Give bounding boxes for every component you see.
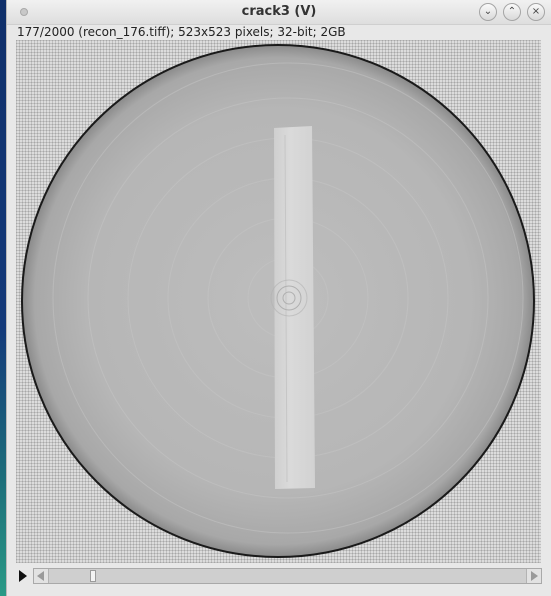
stack-slider-row bbox=[16, 567, 546, 587]
scroll-left-button[interactable] bbox=[34, 569, 49, 583]
play-icon[interactable] bbox=[19, 570, 27, 582]
close-button[interactable]: × bbox=[527, 3, 545, 21]
image-info-text: 177/2000 (recon_176.tiff); 523x523 pixel… bbox=[17, 25, 346, 39]
maximize-button[interactable]: ⌃ bbox=[503, 3, 521, 21]
sample-strip bbox=[274, 126, 315, 489]
reconstruction-slice-image bbox=[21, 44, 535, 558]
image-canvas[interactable] bbox=[16, 40, 541, 563]
title-bar[interactable]: crack3 (V) ⌄ ⌃ × bbox=[7, 0, 551, 25]
arrow-right-icon bbox=[531, 571, 538, 581]
scroll-right-button[interactable] bbox=[526, 569, 541, 583]
slice-scrollbar[interactable] bbox=[33, 568, 542, 584]
slice-scroll-thumb[interactable] bbox=[90, 570, 96, 582]
image-window: crack3 (V) ⌄ ⌃ × 177/2000 (recon_176.tif… bbox=[6, 0, 551, 596]
minimize-button[interactable]: ⌄ bbox=[479, 3, 497, 21]
arrow-left-icon bbox=[37, 571, 44, 581]
window-title: crack3 (V) bbox=[241, 4, 317, 19]
